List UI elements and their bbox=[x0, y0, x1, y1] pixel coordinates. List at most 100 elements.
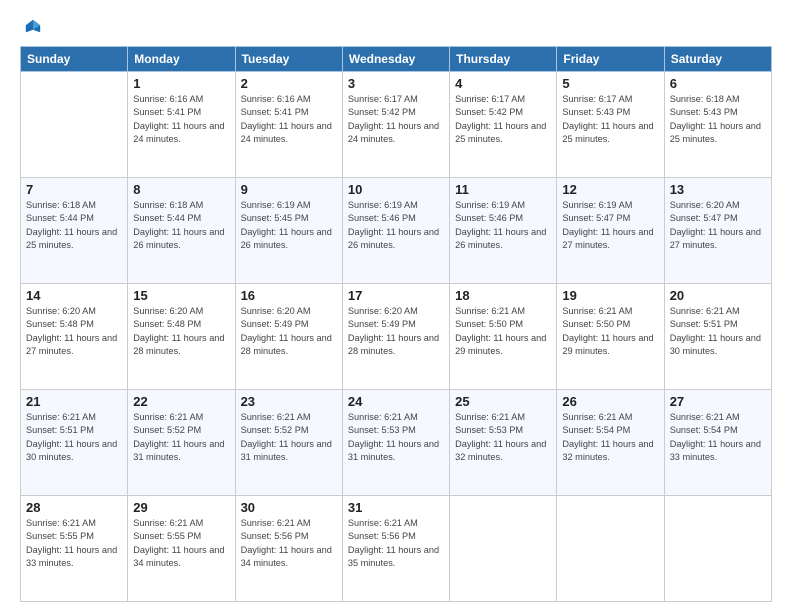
day-info: Sunrise: 6:16 AMSunset: 5:41 PMDaylight:… bbox=[241, 93, 337, 146]
header bbox=[20, 18, 772, 36]
day-number: 25 bbox=[455, 394, 551, 409]
calendar-week-3: 14 Sunrise: 6:20 AMSunset: 5:48 PMDaylig… bbox=[21, 284, 772, 390]
day-info: Sunrise: 6:19 AMSunset: 5:46 PMDaylight:… bbox=[455, 199, 551, 252]
page: SundayMondayTuesdayWednesdayThursdayFrid… bbox=[0, 0, 792, 612]
day-info: Sunrise: 6:18 AMSunset: 5:44 PMDaylight:… bbox=[26, 199, 122, 252]
day-number: 14 bbox=[26, 288, 122, 303]
day-info: Sunrise: 6:21 AMSunset: 5:50 PMDaylight:… bbox=[562, 305, 658, 358]
day-number: 11 bbox=[455, 182, 551, 197]
day-info: Sunrise: 6:19 AMSunset: 5:47 PMDaylight:… bbox=[562, 199, 658, 252]
day-info: Sunrise: 6:20 AMSunset: 5:47 PMDaylight:… bbox=[670, 199, 766, 252]
calendar-cell: 17 Sunrise: 6:20 AMSunset: 5:49 PMDaylig… bbox=[342, 284, 449, 390]
calendar-header-sunday: Sunday bbox=[21, 47, 128, 72]
calendar-cell: 5 Sunrise: 6:17 AMSunset: 5:43 PMDayligh… bbox=[557, 72, 664, 178]
day-number: 18 bbox=[455, 288, 551, 303]
calendar-cell: 21 Sunrise: 6:21 AMSunset: 5:51 PMDaylig… bbox=[21, 390, 128, 496]
day-info: Sunrise: 6:20 AMSunset: 5:49 PMDaylight:… bbox=[348, 305, 444, 358]
calendar-week-1: 1 Sunrise: 6:16 AMSunset: 5:41 PMDayligh… bbox=[21, 72, 772, 178]
day-info: Sunrise: 6:19 AMSunset: 5:46 PMDaylight:… bbox=[348, 199, 444, 252]
calendar-header-wednesday: Wednesday bbox=[342, 47, 449, 72]
day-number: 24 bbox=[348, 394, 444, 409]
calendar-cell: 4 Sunrise: 6:17 AMSunset: 5:42 PMDayligh… bbox=[450, 72, 557, 178]
day-number: 29 bbox=[133, 500, 229, 515]
calendar-cell: 3 Sunrise: 6:17 AMSunset: 5:42 PMDayligh… bbox=[342, 72, 449, 178]
calendar-cell: 7 Sunrise: 6:18 AMSunset: 5:44 PMDayligh… bbox=[21, 178, 128, 284]
calendar-cell bbox=[557, 496, 664, 602]
day-number: 10 bbox=[348, 182, 444, 197]
calendar-cell: 16 Sunrise: 6:20 AMSunset: 5:49 PMDaylig… bbox=[235, 284, 342, 390]
calendar-cell: 1 Sunrise: 6:16 AMSunset: 5:41 PMDayligh… bbox=[128, 72, 235, 178]
day-info: Sunrise: 6:21 AMSunset: 5:52 PMDaylight:… bbox=[241, 411, 337, 464]
calendar-cell: 29 Sunrise: 6:21 AMSunset: 5:55 PMDaylig… bbox=[128, 496, 235, 602]
day-number: 13 bbox=[670, 182, 766, 197]
calendar-cell: 2 Sunrise: 6:16 AMSunset: 5:41 PMDayligh… bbox=[235, 72, 342, 178]
day-info: Sunrise: 6:21 AMSunset: 5:53 PMDaylight:… bbox=[348, 411, 444, 464]
day-number: 6 bbox=[670, 76, 766, 91]
day-info: Sunrise: 6:18 AMSunset: 5:43 PMDaylight:… bbox=[670, 93, 766, 146]
calendar-cell: 19 Sunrise: 6:21 AMSunset: 5:50 PMDaylig… bbox=[557, 284, 664, 390]
calendar-cell bbox=[21, 72, 128, 178]
calendar-cell: 30 Sunrise: 6:21 AMSunset: 5:56 PMDaylig… bbox=[235, 496, 342, 602]
day-number: 5 bbox=[562, 76, 658, 91]
day-number: 30 bbox=[241, 500, 337, 515]
calendar-header-tuesday: Tuesday bbox=[235, 47, 342, 72]
day-info: Sunrise: 6:21 AMSunset: 5:54 PMDaylight:… bbox=[670, 411, 766, 464]
calendar-cell bbox=[450, 496, 557, 602]
calendar-cell: 25 Sunrise: 6:21 AMSunset: 5:53 PMDaylig… bbox=[450, 390, 557, 496]
day-number: 4 bbox=[455, 76, 551, 91]
day-info: Sunrise: 6:21 AMSunset: 5:55 PMDaylight:… bbox=[133, 517, 229, 570]
day-number: 20 bbox=[670, 288, 766, 303]
day-number: 22 bbox=[133, 394, 229, 409]
calendar-cell: 31 Sunrise: 6:21 AMSunset: 5:56 PMDaylig… bbox=[342, 496, 449, 602]
day-info: Sunrise: 6:21 AMSunset: 5:56 PMDaylight:… bbox=[348, 517, 444, 570]
day-number: 21 bbox=[26, 394, 122, 409]
calendar-cell: 27 Sunrise: 6:21 AMSunset: 5:54 PMDaylig… bbox=[664, 390, 771, 496]
calendar-cell: 28 Sunrise: 6:21 AMSunset: 5:55 PMDaylig… bbox=[21, 496, 128, 602]
day-info: Sunrise: 6:21 AMSunset: 5:51 PMDaylight:… bbox=[26, 411, 122, 464]
calendar-week-4: 21 Sunrise: 6:21 AMSunset: 5:51 PMDaylig… bbox=[21, 390, 772, 496]
calendar-table: SundayMondayTuesdayWednesdayThursdayFrid… bbox=[20, 46, 772, 602]
calendar-cell: 8 Sunrise: 6:18 AMSunset: 5:44 PMDayligh… bbox=[128, 178, 235, 284]
day-info: Sunrise: 6:20 AMSunset: 5:49 PMDaylight:… bbox=[241, 305, 337, 358]
day-number: 17 bbox=[348, 288, 444, 303]
day-info: Sunrise: 6:21 AMSunset: 5:53 PMDaylight:… bbox=[455, 411, 551, 464]
day-info: Sunrise: 6:19 AMSunset: 5:45 PMDaylight:… bbox=[241, 199, 337, 252]
calendar-cell: 6 Sunrise: 6:18 AMSunset: 5:43 PMDayligh… bbox=[664, 72, 771, 178]
day-info: Sunrise: 6:21 AMSunset: 5:51 PMDaylight:… bbox=[670, 305, 766, 358]
calendar-cell: 14 Sunrise: 6:20 AMSunset: 5:48 PMDaylig… bbox=[21, 284, 128, 390]
calendar-cell: 22 Sunrise: 6:21 AMSunset: 5:52 PMDaylig… bbox=[128, 390, 235, 496]
day-info: Sunrise: 6:21 AMSunset: 5:52 PMDaylight:… bbox=[133, 411, 229, 464]
calendar-cell: 26 Sunrise: 6:21 AMSunset: 5:54 PMDaylig… bbox=[557, 390, 664, 496]
calendar-cell: 18 Sunrise: 6:21 AMSunset: 5:50 PMDaylig… bbox=[450, 284, 557, 390]
calendar-cell: 11 Sunrise: 6:19 AMSunset: 5:46 PMDaylig… bbox=[450, 178, 557, 284]
logo bbox=[20, 18, 42, 36]
day-number: 7 bbox=[26, 182, 122, 197]
calendar-cell: 20 Sunrise: 6:21 AMSunset: 5:51 PMDaylig… bbox=[664, 284, 771, 390]
calendar-cell bbox=[664, 496, 771, 602]
calendar-cell: 13 Sunrise: 6:20 AMSunset: 5:47 PMDaylig… bbox=[664, 178, 771, 284]
calendar-header-row: SundayMondayTuesdayWednesdayThursdayFrid… bbox=[21, 47, 772, 72]
calendar-header-monday: Monday bbox=[128, 47, 235, 72]
day-info: Sunrise: 6:17 AMSunset: 5:42 PMDaylight:… bbox=[455, 93, 551, 146]
day-number: 27 bbox=[670, 394, 766, 409]
day-number: 28 bbox=[26, 500, 122, 515]
day-number: 1 bbox=[133, 76, 229, 91]
day-number: 26 bbox=[562, 394, 658, 409]
day-info: Sunrise: 6:21 AMSunset: 5:56 PMDaylight:… bbox=[241, 517, 337, 570]
day-info: Sunrise: 6:21 AMSunset: 5:55 PMDaylight:… bbox=[26, 517, 122, 570]
day-info: Sunrise: 6:21 AMSunset: 5:50 PMDaylight:… bbox=[455, 305, 551, 358]
calendar-header-saturday: Saturday bbox=[664, 47, 771, 72]
calendar-header-friday: Friday bbox=[557, 47, 664, 72]
day-info: Sunrise: 6:20 AMSunset: 5:48 PMDaylight:… bbox=[26, 305, 122, 358]
day-number: 12 bbox=[562, 182, 658, 197]
day-info: Sunrise: 6:21 AMSunset: 5:54 PMDaylight:… bbox=[562, 411, 658, 464]
day-number: 2 bbox=[241, 76, 337, 91]
calendar-cell: 9 Sunrise: 6:19 AMSunset: 5:45 PMDayligh… bbox=[235, 178, 342, 284]
day-number: 19 bbox=[562, 288, 658, 303]
day-number: 31 bbox=[348, 500, 444, 515]
day-number: 8 bbox=[133, 182, 229, 197]
day-number: 16 bbox=[241, 288, 337, 303]
day-info: Sunrise: 6:16 AMSunset: 5:41 PMDaylight:… bbox=[133, 93, 229, 146]
calendar-cell: 12 Sunrise: 6:19 AMSunset: 5:47 PMDaylig… bbox=[557, 178, 664, 284]
day-info: Sunrise: 6:17 AMSunset: 5:42 PMDaylight:… bbox=[348, 93, 444, 146]
